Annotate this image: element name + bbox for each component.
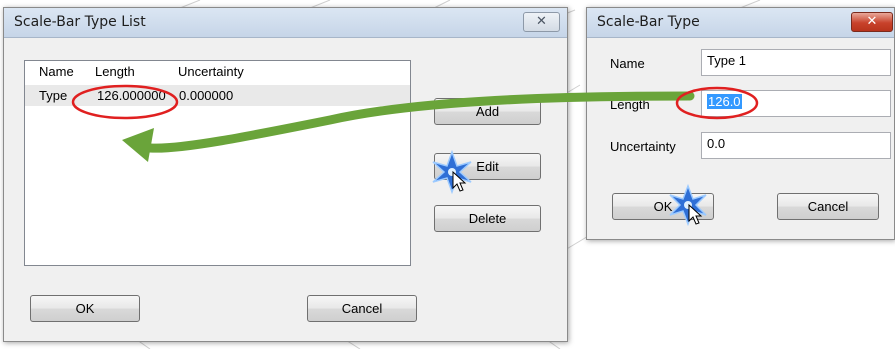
scale-bar-type-list-dialog: Scale-Bar Type List ✕ Name Length Uncert… <box>3 7 568 342</box>
name-value: Type 1 <box>707 53 747 68</box>
cell-name: Type <box>39 88 68 103</box>
cancel-button[interactable]: Cancel <box>307 295 417 322</box>
cancel-button[interactable]: Cancel <box>777 193 879 220</box>
dialog-title: Scale-Bar Type List <box>14 14 146 30</box>
uncertainty-value: 0.0 <box>707 136 726 151</box>
close-button[interactable]: ✕ <box>523 12 560 32</box>
cell-uncertainty: 0.000000 <box>179 88 234 103</box>
title-bar: Scale-Bar Type List ✕ <box>4 8 567 38</box>
column-header-uncertainty[interactable]: Uncertainty <box>178 64 244 79</box>
edit-button[interactable]: Edit <box>434 153 541 180</box>
ok-button[interactable]: OK <box>612 193 714 220</box>
cell-length: 126.000000 <box>97 88 166 103</box>
uncertainty-field[interactable]: 0.0 <box>701 132 891 159</box>
close-button[interactable]: ✕ <box>851 12 893 32</box>
list-header: Name Length Uncertainty <box>25 61 410 82</box>
list-item[interactable]: Type 126.000000 0.000000 <box>25 85 410 106</box>
name-field[interactable]: Type 1 <box>701 49 891 76</box>
length-field[interactable]: 126.0 <box>701 90 891 117</box>
scale-bar-type-list[interactable]: Name Length Uncertainty Type 126.000000 … <box>24 60 411 266</box>
column-header-name[interactable]: Name <box>39 64 74 79</box>
dialog-title: Scale-Bar Type <box>597 14 700 30</box>
uncertainty-label: Uncertainty <box>610 139 676 154</box>
title-bar: Scale-Bar Type ✕ <box>587 8 894 38</box>
name-label: Name <box>610 56 645 71</box>
ok-button[interactable]: OK <box>30 295 140 322</box>
add-button[interactable]: Add <box>434 98 541 125</box>
column-header-length[interactable]: Length <box>95 64 135 79</box>
length-label: Length <box>610 97 650 112</box>
delete-button[interactable]: Delete <box>434 205 541 232</box>
length-value: 126.0 <box>707 94 742 109</box>
scale-bar-type-dialog: Scale-Bar Type ✕ Name Type 1 Length 126.… <box>586 7 895 240</box>
